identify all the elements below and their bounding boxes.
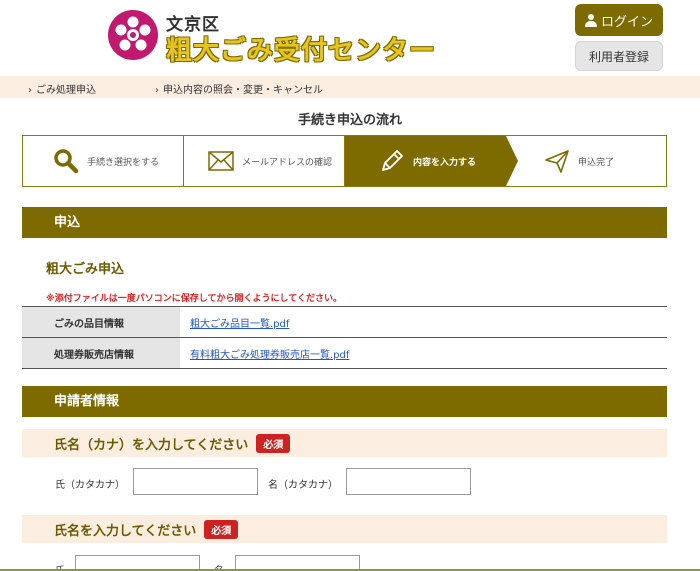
table-header-cell: 処理券販売店情報: [22, 338, 180, 368]
ward-logo-icon[interactable]: [108, 10, 158, 60]
section-applicant-header: 申請者情報: [22, 386, 667, 417]
paper-plane-icon: [544, 148, 570, 174]
pdf-link-items[interactable]: 粗大ごみ品目一覧.pdf: [190, 315, 289, 330]
table-row: ごみの品目情報 粗大ごみ品目一覧.pdf: [22, 307, 667, 338]
step-email-confirm: メールアドレスの確認: [184, 136, 345, 186]
required-badge: 必須: [256, 433, 291, 453]
first-name-kana-label: 名（カタカナ）: [268, 480, 338, 491]
table-row: 処理券販売店情報 有料粗大ごみ処理券販売店一覧.pdf: [22, 338, 667, 369]
step-label: 手続き選択をする: [87, 157, 160, 168]
nav-link-inquiry[interactable]: › 申込内容の照会・変更・キャンセル: [155, 81, 323, 96]
chevron-right-icon: ›: [155, 85, 159, 96]
attachment-notice: ※添付ファイルは一度パソコンに保存してから開くようにしてください。: [46, 294, 342, 304]
register-button[interactable]: 利用者登録: [575, 41, 663, 71]
nav-link-label: 申込内容の照会・変更・キャンセル: [163, 85, 323, 96]
kana-name-group-header: 氏名（カナ）を入力してください 必須: [22, 429, 667, 457]
table-header-cell: ごみの品目情報: [22, 307, 180, 337]
first-name-kana-input[interactable]: [346, 468, 471, 495]
envelope-icon: [208, 151, 234, 171]
site-title[interactable]: 粗大ごみ受付センター: [166, 30, 436, 67]
user-icon: [584, 13, 597, 27]
step-label: 申込完了: [578, 157, 615, 168]
step-select-procedure: 手続き選択をする: [23, 136, 184, 186]
pencil-icon: [379, 148, 405, 174]
table-cell: 粗大ごみ品目一覧.pdf: [180, 307, 667, 337]
section-application-header: 申込: [22, 207, 667, 238]
name-group-header: 氏名を入力してください 必須: [22, 515, 667, 543]
nav-link-label: ごみ処理申込: [36, 85, 96, 96]
sub-navigation: › ごみ処理申込 › 申込内容の照会・変更・キャンセル: [0, 76, 700, 98]
application-heading: 粗大ごみ申込: [46, 262, 125, 277]
nav-link-apply[interactable]: › ごみ処理申込: [28, 81, 96, 96]
chevron-right-icon: ›: [28, 85, 32, 96]
step-label: 内容を入力する: [413, 157, 477, 168]
name-title: 氏名を入力してください: [54, 523, 197, 539]
step-complete: 申込完了: [506, 136, 666, 186]
pdf-link-shops[interactable]: 有料粗大ごみ処理券販売店一覧.pdf: [190, 346, 349, 361]
last-name-kana-input[interactable]: [133, 468, 258, 495]
site-header: 文京区 粗大ごみ受付センター ログイン 利用者登録: [0, 0, 700, 76]
step-label: メールアドレスの確認: [242, 157, 333, 168]
required-badge: 必須: [204, 519, 239, 539]
last-name-kana-label: 氏（カタカナ）: [55, 480, 125, 491]
login-button-label: ログイン: [600, 14, 653, 30]
kana-name-title: 氏名（カナ）を入力してください: [54, 437, 249, 453]
search-icon: [53, 148, 79, 174]
flow-title: 手続き申込の流れ: [297, 113, 402, 128]
table-cell: 有料粗大ごみ処理券販売店一覧.pdf: [180, 338, 667, 368]
login-button[interactable]: ログイン: [575, 4, 663, 36]
progress-steps: 手続き選択をする メールアドレスの確認 内容を入力する 申込完了: [22, 135, 667, 187]
info-table: ごみの品目情報 粗大ごみ品目一覧.pdf 処理券販売店情報 有料粗大ごみ処理券販…: [22, 306, 667, 369]
step-enter-details: 内容を入力する: [345, 136, 518, 186]
